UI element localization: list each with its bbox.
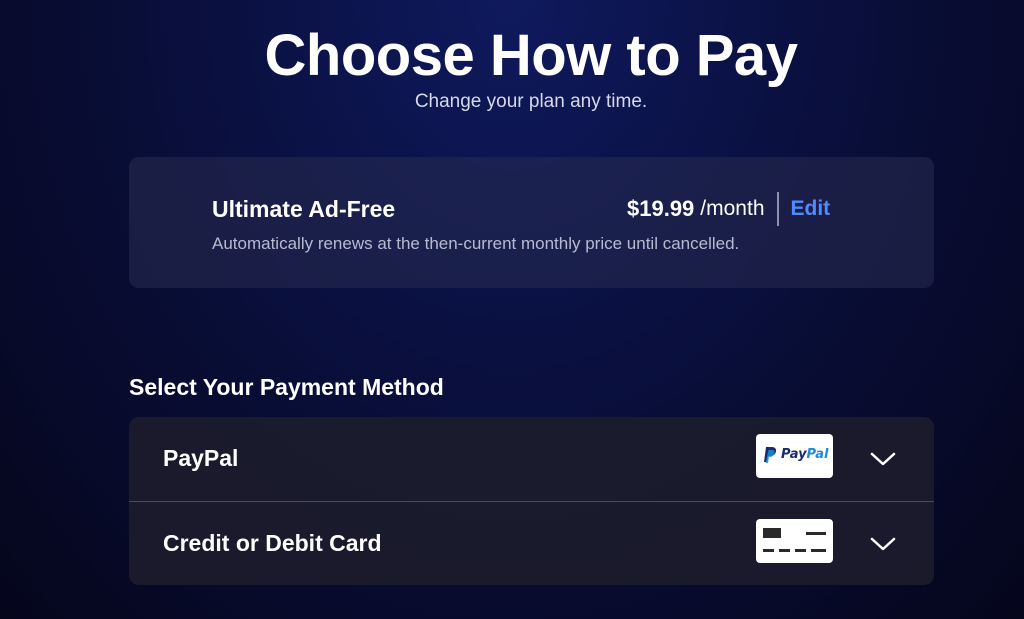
page-title: Choose How to Pay (264, 23, 798, 88)
chevron-down-icon[interactable] (867, 445, 899, 473)
price-divider (776, 192, 779, 226)
plan-period: /month (700, 197, 765, 220)
plan-price-group: $19.99 /month Edit (627, 191, 830, 227)
edit-plan-link[interactable]: Edit (791, 197, 831, 221)
paypal-logo: PayPal (756, 434, 833, 478)
payment-method-heading: Select Your Payment Method (129, 374, 444, 400)
paypal-logo-text: PayPal (781, 447, 829, 462)
payment-option-label: Credit or Debit Card (163, 530, 382, 556)
chevron-down-icon[interactable] (867, 530, 899, 558)
page-subtitle: Change your plan any time. (414, 91, 648, 112)
plan-summary-card: Ultimate Ad-Free $19.99 /month Edit Auto… (129, 157, 934, 288)
payment-option-label: PayPal (163, 445, 239, 471)
plan-renewal-note: Automatically renews at the then-current… (212, 234, 740, 253)
credit-card-icon (756, 519, 833, 563)
payment-option-card[interactable]: Credit or Debit Card (129, 501, 934, 585)
payment-option-paypal[interactable]: PayPal PayPal (129, 417, 934, 501)
paypal-p-icon (764, 447, 777, 463)
plan-price: $19.99 (627, 196, 695, 221)
payment-methods-list: PayPal PayPal Credit or Debit Card (129, 417, 934, 585)
plan-name: Ultimate Ad-Free (212, 196, 396, 222)
